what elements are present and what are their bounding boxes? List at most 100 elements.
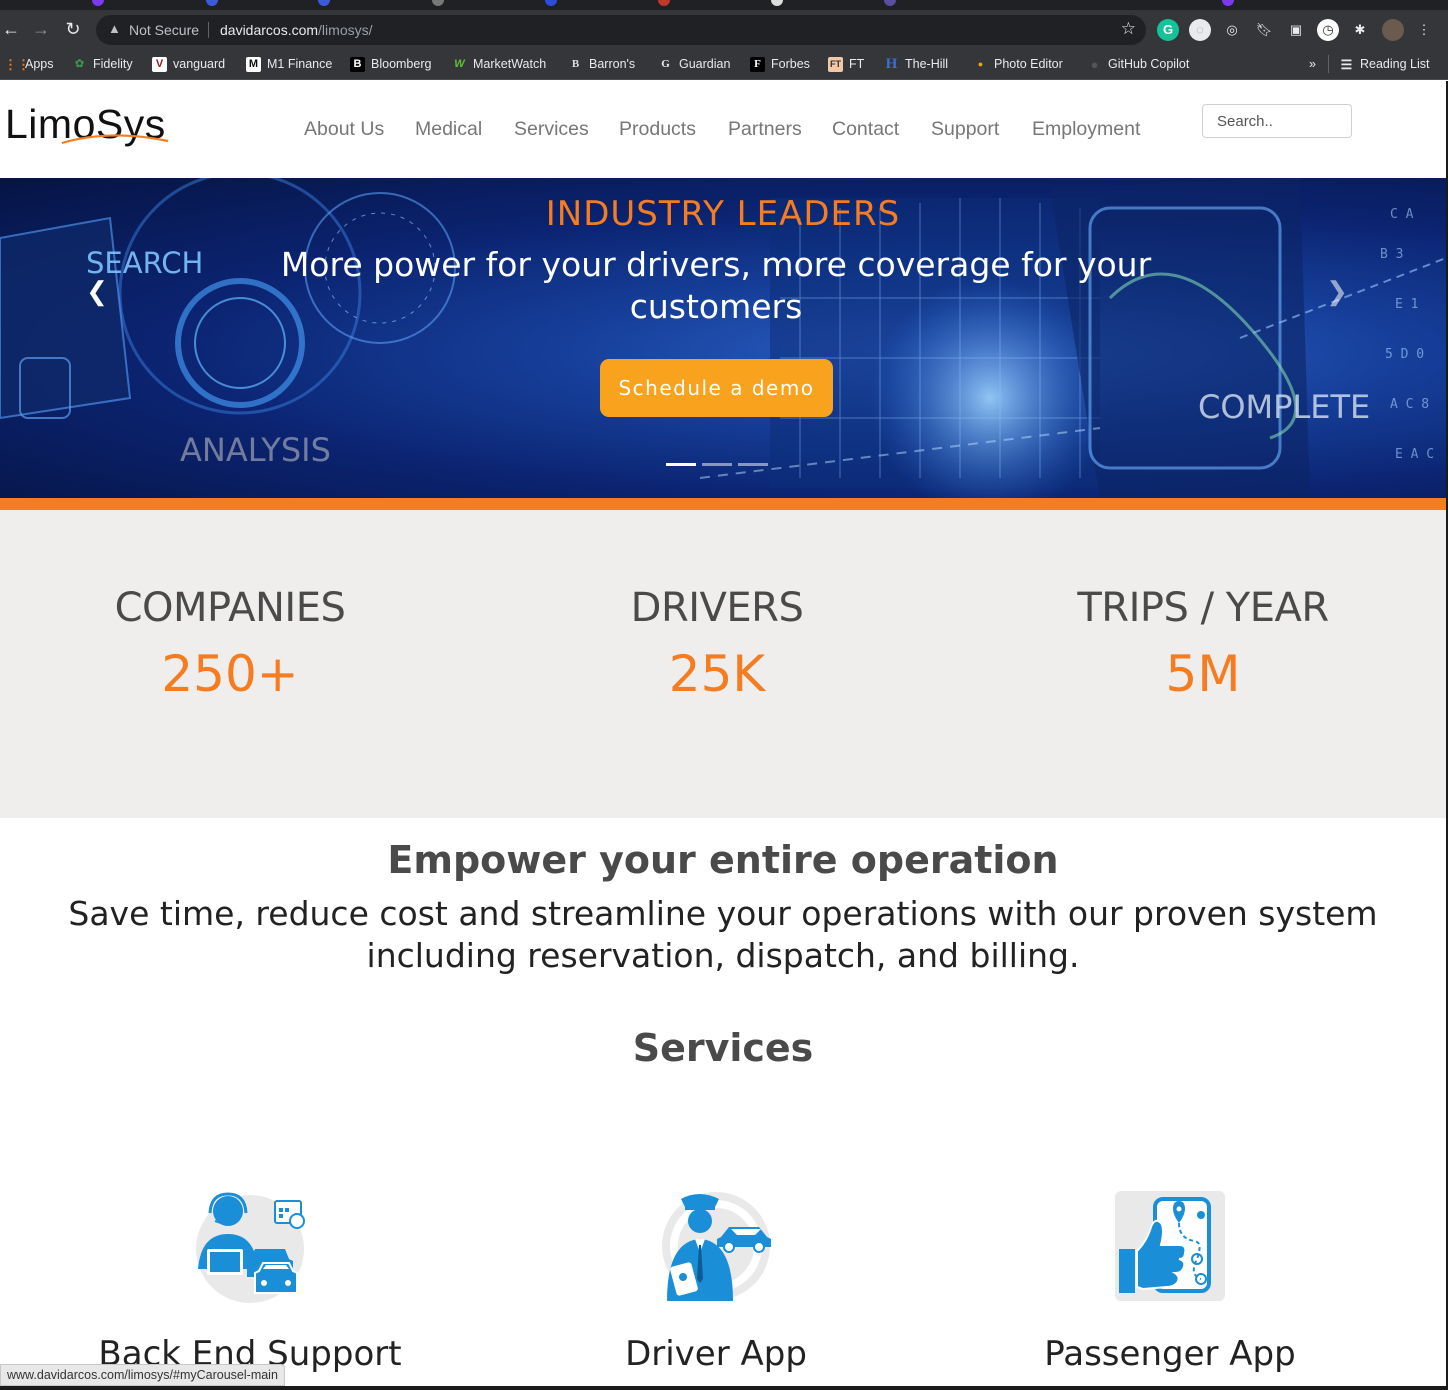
hero-headline: More power for your drivers, more covera… [280, 245, 1152, 326]
bookmark-label: vanguard [173, 57, 226, 71]
address-bar[interactable]: ▲ Not Secure davidarcos.com/limosys/ ☆ [96, 15, 1146, 45]
stat-label: COMPANIES [114, 585, 346, 631]
bookmark-bloomberg[interactable]: B Bloomberg [350, 55, 431, 73]
bookmark-star-icon[interactable]: ☆ [1121, 19, 1136, 39]
bookmark-label: Fidelity [93, 57, 133, 71]
hero-eyebrow: INDUSTRY LEADERS [545, 194, 901, 234]
bookmark-label: FT [849, 57, 865, 71]
bookmark-barrons[interactable]: B Barron's [568, 55, 635, 73]
bookmark-m1[interactable]: M M1 Finance [246, 55, 332, 73]
tab-favicon[interactable] [658, 0, 670, 6]
carousel-next-chevron-icon[interactable]: ❯ [1322, 276, 1352, 306]
bookmark-the-hill[interactable]: H The-Hill [884, 55, 948, 73]
warning-triangle-icon[interactable]: ▲ [108, 21, 121, 36]
svg-text:E 1: E 1 [1395, 297, 1418, 312]
service-back-end-support[interactable]: Back End Support [40, 1189, 460, 1374]
carousel-indicator-1[interactable] [666, 463, 696, 466]
bookmark-marketwatch[interactable]: W MarketWatch [452, 55, 546, 73]
security-label[interactable]: Not Secure [129, 22, 199, 38]
carousel-prev-chevron-icon[interactable]: ❮ [82, 276, 112, 306]
apps-grid-icon: ⋮⋮ [4, 56, 30, 72]
services-heading: Services [632, 1026, 814, 1070]
bookmark-apps[interactable]: ⋮⋮ Apps [4, 55, 54, 73]
url-path: /limosys/ [318, 22, 373, 38]
bookmark-vanguard[interactable]: Vvanguard [152, 55, 225, 73]
tab-favicon[interactable] [432, 0, 444, 6]
tab-favicon[interactable] [318, 0, 330, 6]
url-host: davidarcos.com [220, 22, 319, 38]
tab-favicon[interactable] [1222, 0, 1234, 6]
bookmark-ft[interactable]: FT FT [828, 55, 864, 73]
stat-value: 250+ [161, 645, 299, 703]
nav-contact[interactable]: Contact [832, 118, 899, 141]
menu-kebab-icon[interactable]: ⋮ [1413, 19, 1435, 41]
window-extension-icon[interactable]: ▣ [1285, 19, 1307, 41]
bookmark-label: GitHub Copilot [1108, 57, 1190, 71]
support-agent-icon [196, 1192, 305, 1303]
stat-value: 5M [1165, 645, 1241, 703]
tab-favicon[interactable] [771, 0, 783, 6]
vanguard-icon: V [152, 56, 167, 72]
tab-favicon[interactable] [884, 0, 896, 6]
svg-text:E A C: E A C [1395, 447, 1434, 462]
bookmark-extension-icon[interactable]: 🔖︎ [1253, 19, 1275, 41]
browser-status-bar: www.davidarcos.com/limosys/#myCarousel-m… [0, 1364, 285, 1386]
reading-list-label: Reading List [1360, 57, 1430, 71]
reading-list-button[interactable]: ☰ Reading List [1328, 55, 1430, 73]
service-title[interactable]: Driver App [506, 1334, 926, 1374]
puzzle-extensions-icon[interactable]: ✱ [1349, 19, 1371, 41]
m1-icon: M [246, 56, 261, 72]
tab-favicon[interactable] [92, 0, 104, 6]
nav-employment[interactable]: Employment [1032, 118, 1140, 141]
tab-favicon[interactable] [206, 0, 218, 6]
bloomberg-icon: B [350, 56, 365, 72]
service-title[interactable]: Passenger App [960, 1334, 1380, 1374]
overflow-chevron-icon: » [1309, 57, 1316, 71]
nav-services[interactable]: Services [514, 118, 589, 141]
bookmark-label: Photo Editor [994, 57, 1063, 71]
nav-medical[interactable]: Medical [415, 118, 482, 141]
search-input[interactable] [1202, 104, 1352, 138]
browser-toolbar: ← → ↻ ▲ Not Secure davidarcos.com/limosy… [0, 10, 1448, 48]
svg-text:B 3: B 3 [1380, 247, 1403, 262]
back-arrow-icon[interactable]: ← [0, 18, 22, 40]
service-passenger-app[interactable]: Passenger App [960, 1189, 1380, 1374]
tab-favicon[interactable] [545, 0, 557, 6]
marketwatch-icon: W [454, 57, 465, 70]
schedule-demo-button[interactable]: Schedule a demo [600, 359, 833, 417]
extension-icon[interactable]: ◌ [1189, 19, 1211, 41]
nav-partners[interactable]: Partners [728, 118, 802, 141]
driver-icon [662, 1192, 771, 1301]
carousel-indicator-3[interactable] [738, 463, 768, 466]
bookmark-label: M1 Finance [267, 57, 333, 71]
hero-bg-word: ANALYSIS [180, 431, 331, 469]
clock-extension-icon[interactable]: ◷ [1317, 19, 1339, 41]
bookmarks-overflow-button[interactable]: » [1309, 55, 1316, 73]
bookmark-forbes[interactable]: F Forbes [750, 55, 810, 73]
window-edge [0, 1386, 1448, 1390]
target-extension-icon[interactable]: ◎ [1221, 19, 1243, 41]
empower-heading: Empower your entire operation [387, 838, 1059, 882]
nav-about-us[interactable]: About Us [304, 118, 384, 141]
grammarly-extension-icon[interactable]: G [1157, 19, 1179, 41]
profile-avatar[interactable] [1382, 19, 1404, 41]
fidelity-icon: ✿ [74, 57, 85, 70]
bookmark-photo-editor[interactable]: ● Photo Editor [973, 55, 1063, 73]
accent-divider [0, 498, 1446, 510]
address-separator [208, 22, 209, 38]
nav-products[interactable]: Products [619, 118, 696, 141]
reload-icon[interactable]: ↻ [62, 18, 84, 40]
bookmark-guardian[interactable]: G Guardian [658, 55, 730, 73]
passenger-app-icon [1115, 1191, 1225, 1301]
stat-value: 25K [668, 645, 766, 703]
bookmark-label: The-Hill [905, 57, 949, 71]
url-text[interactable]: davidarcos.com/limosys/ [220, 22, 373, 38]
carousel-indicator-2[interactable] [702, 463, 732, 466]
forward-arrow-icon[interactable]: → [30, 18, 52, 40]
bookmark-fidelity[interactable]: ✿ Fidelity [72, 55, 133, 73]
nav-support[interactable]: Support [931, 118, 999, 141]
hero-bg-word: COMPLETE [1198, 388, 1370, 426]
bookmark-github-copilot[interactable]: ● GitHub Copilot [1087, 55, 1190, 73]
bookmark-label: Apps [25, 57, 54, 71]
service-driver-app[interactable]: Driver App [506, 1189, 926, 1374]
